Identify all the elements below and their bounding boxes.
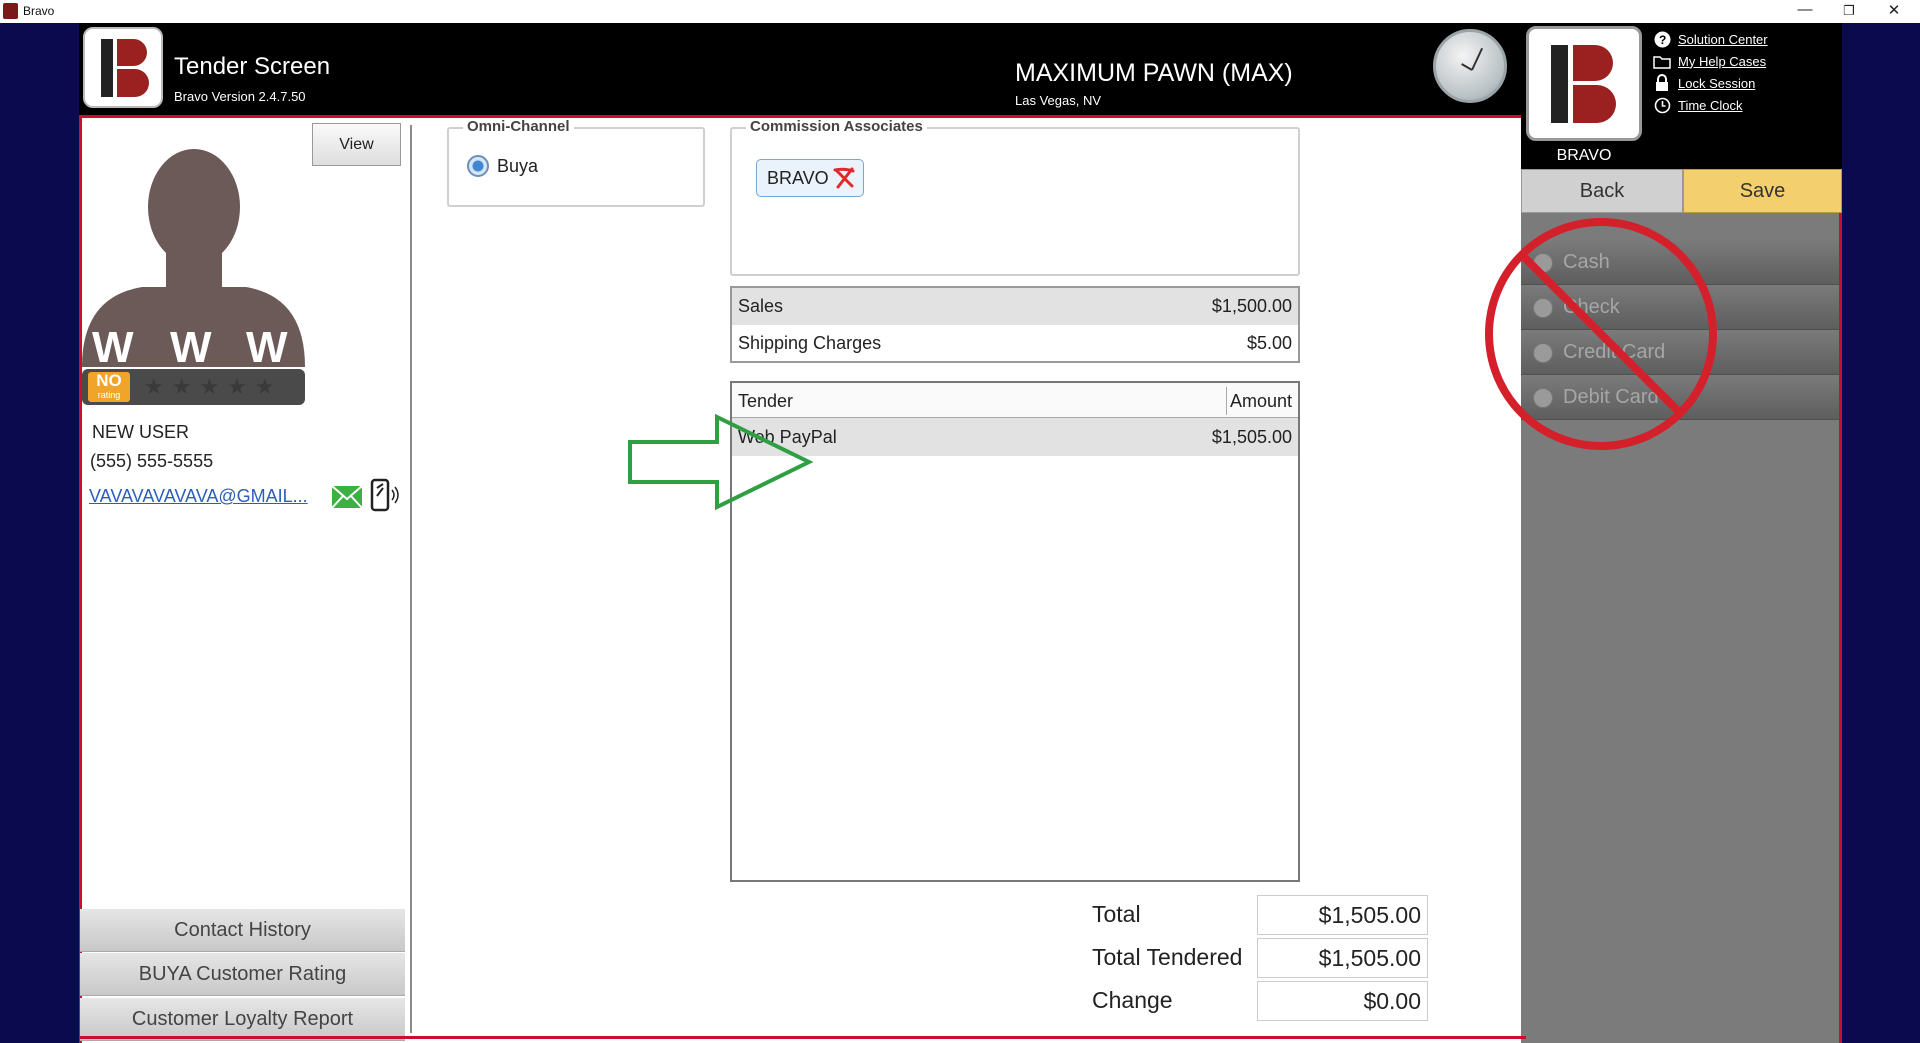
svg-text:W: W [246,323,288,367]
omni-channel-legend: Omni-Channel [463,118,574,135]
customer-loyalty-report-button[interactable]: Customer Loyalty Report [80,998,405,1041]
question-icon: ? [1653,30,1671,48]
clock-icon [1653,96,1671,114]
change-label: Change [1092,987,1173,1013]
star-icons: ★★★★★ [144,374,283,399]
total-tendered-value: $1,505.00 [1257,938,1428,978]
bravo-app-icon [3,3,18,19]
customer-rating: NO rating ★★★★★ [82,369,305,405]
bravo-logo [83,27,163,108]
window-title: Bravo [23,4,55,18]
minimize-button[interactable]: — [1795,1,1815,18]
radio-icon [1533,387,1553,408]
sales-summary: Sales $1,500.00 Shipping Charges $5.00 [730,286,1300,363]
payment-option-cash[interactable]: Cash [1521,241,1839,285]
column-header-amount[interactable]: Amount [1230,391,1292,412]
tender-table-header: Tender Amount [732,383,1298,418]
svg-text:?: ? [1659,33,1666,47]
email-icon[interactable] [331,485,363,509]
payment-option-check[interactable]: Check [1521,286,1839,330]
mobile-phone-icon[interactable] [370,478,400,512]
window-titlebar: Bravo — ❐ ✕ [0,0,1920,23]
lock-session-link[interactable]: Lock Session [1653,72,1768,94]
summary-row-sales: Sales $1,500.00 [732,288,1298,325]
app-window: Tender Screen Bravo Version 2.4.7.50 MAX… [79,23,1842,1043]
user-avatar[interactable] [1526,26,1642,141]
time-clock-link[interactable]: Time Clock [1653,94,1768,116]
solution-center-link[interactable]: ? Solution Center [1653,28,1768,50]
radio-icon [1533,252,1553,273]
summary-row-shipping: Shipping Charges $5.00 [738,333,1292,353]
store-name: MAXIMUM PAWN (MAX) [1015,59,1293,87]
column-header-tender[interactable]: Tender [738,391,793,412]
payment-option-debit-card[interactable]: Debit Card [1521,376,1839,420]
clock-icon[interactable] [1433,29,1507,103]
omni-channel-buya-radio[interactable]: Buya [467,155,538,177]
total-value: $1,505.00 [1257,895,1428,935]
customer-silhouette-icon: W W W [82,149,305,367]
green-arrow-annotation-icon [628,414,813,511]
total-tendered-label: Total Tendered [1092,944,1243,970]
screen-title: Tender Screen [174,53,331,80]
store-location: Las Vegas, NV [1015,93,1101,108]
svg-text:W: W [170,323,212,367]
tender-table: Tender Amount Web PayPal $1,505.00 [730,381,1300,882]
view-customer-button[interactable]: View [312,123,401,166]
help-links: ? Solution Center My Help Cases Lock Ses… [1653,28,1768,116]
table-row[interactable]: Web PayPal $1,505.00 [732,418,1298,456]
commission-associates-legend: Commission Associates [746,118,927,135]
buya-customer-rating-button[interactable]: BUYA Customer Rating [80,953,405,996]
radio-icon [1533,342,1553,363]
commission-associates-group: Commission Associates BRAVO [730,118,1300,276]
username-label: BRAVO [1556,147,1612,164]
back-button[interactable]: Back [1521,169,1683,213]
omni-channel-group: Omni-Channel Buya [447,118,705,207]
folder-icon [1653,52,1671,70]
svg-text:W: W [92,323,134,367]
radio-selected-icon [467,155,489,177]
restore-button[interactable]: ❐ [1839,3,1859,19]
contact-history-button[interactable]: Contact History [80,909,405,952]
save-button[interactable]: Save [1683,169,1842,213]
rating-badge: NO rating [88,372,130,402]
app-version: Bravo Version 2.4.7.50 [174,89,306,104]
customer-name: NEW USER [92,422,190,442]
radio-icon [1533,297,1553,318]
associate-chip[interactable]: BRAVO [756,159,864,197]
panel-divider [410,125,412,1033]
close-button[interactable]: ✕ [1884,1,1904,19]
lock-icon [1653,74,1671,92]
change-value: $0.00 [1257,981,1428,1021]
frame-bottom-border [79,1036,1526,1039]
customer-phone: (555) 555-5555 [90,451,214,471]
my-help-cases-link[interactable]: My Help Cases [1653,50,1768,72]
remove-associate-icon[interactable] [833,166,855,190]
payment-option-credit-card[interactable]: Credit Card [1521,331,1839,375]
total-label: Total [1092,901,1141,927]
customer-email-link[interactable]: VAVAVAVAVAVA@GMAIL... [89,486,308,507]
